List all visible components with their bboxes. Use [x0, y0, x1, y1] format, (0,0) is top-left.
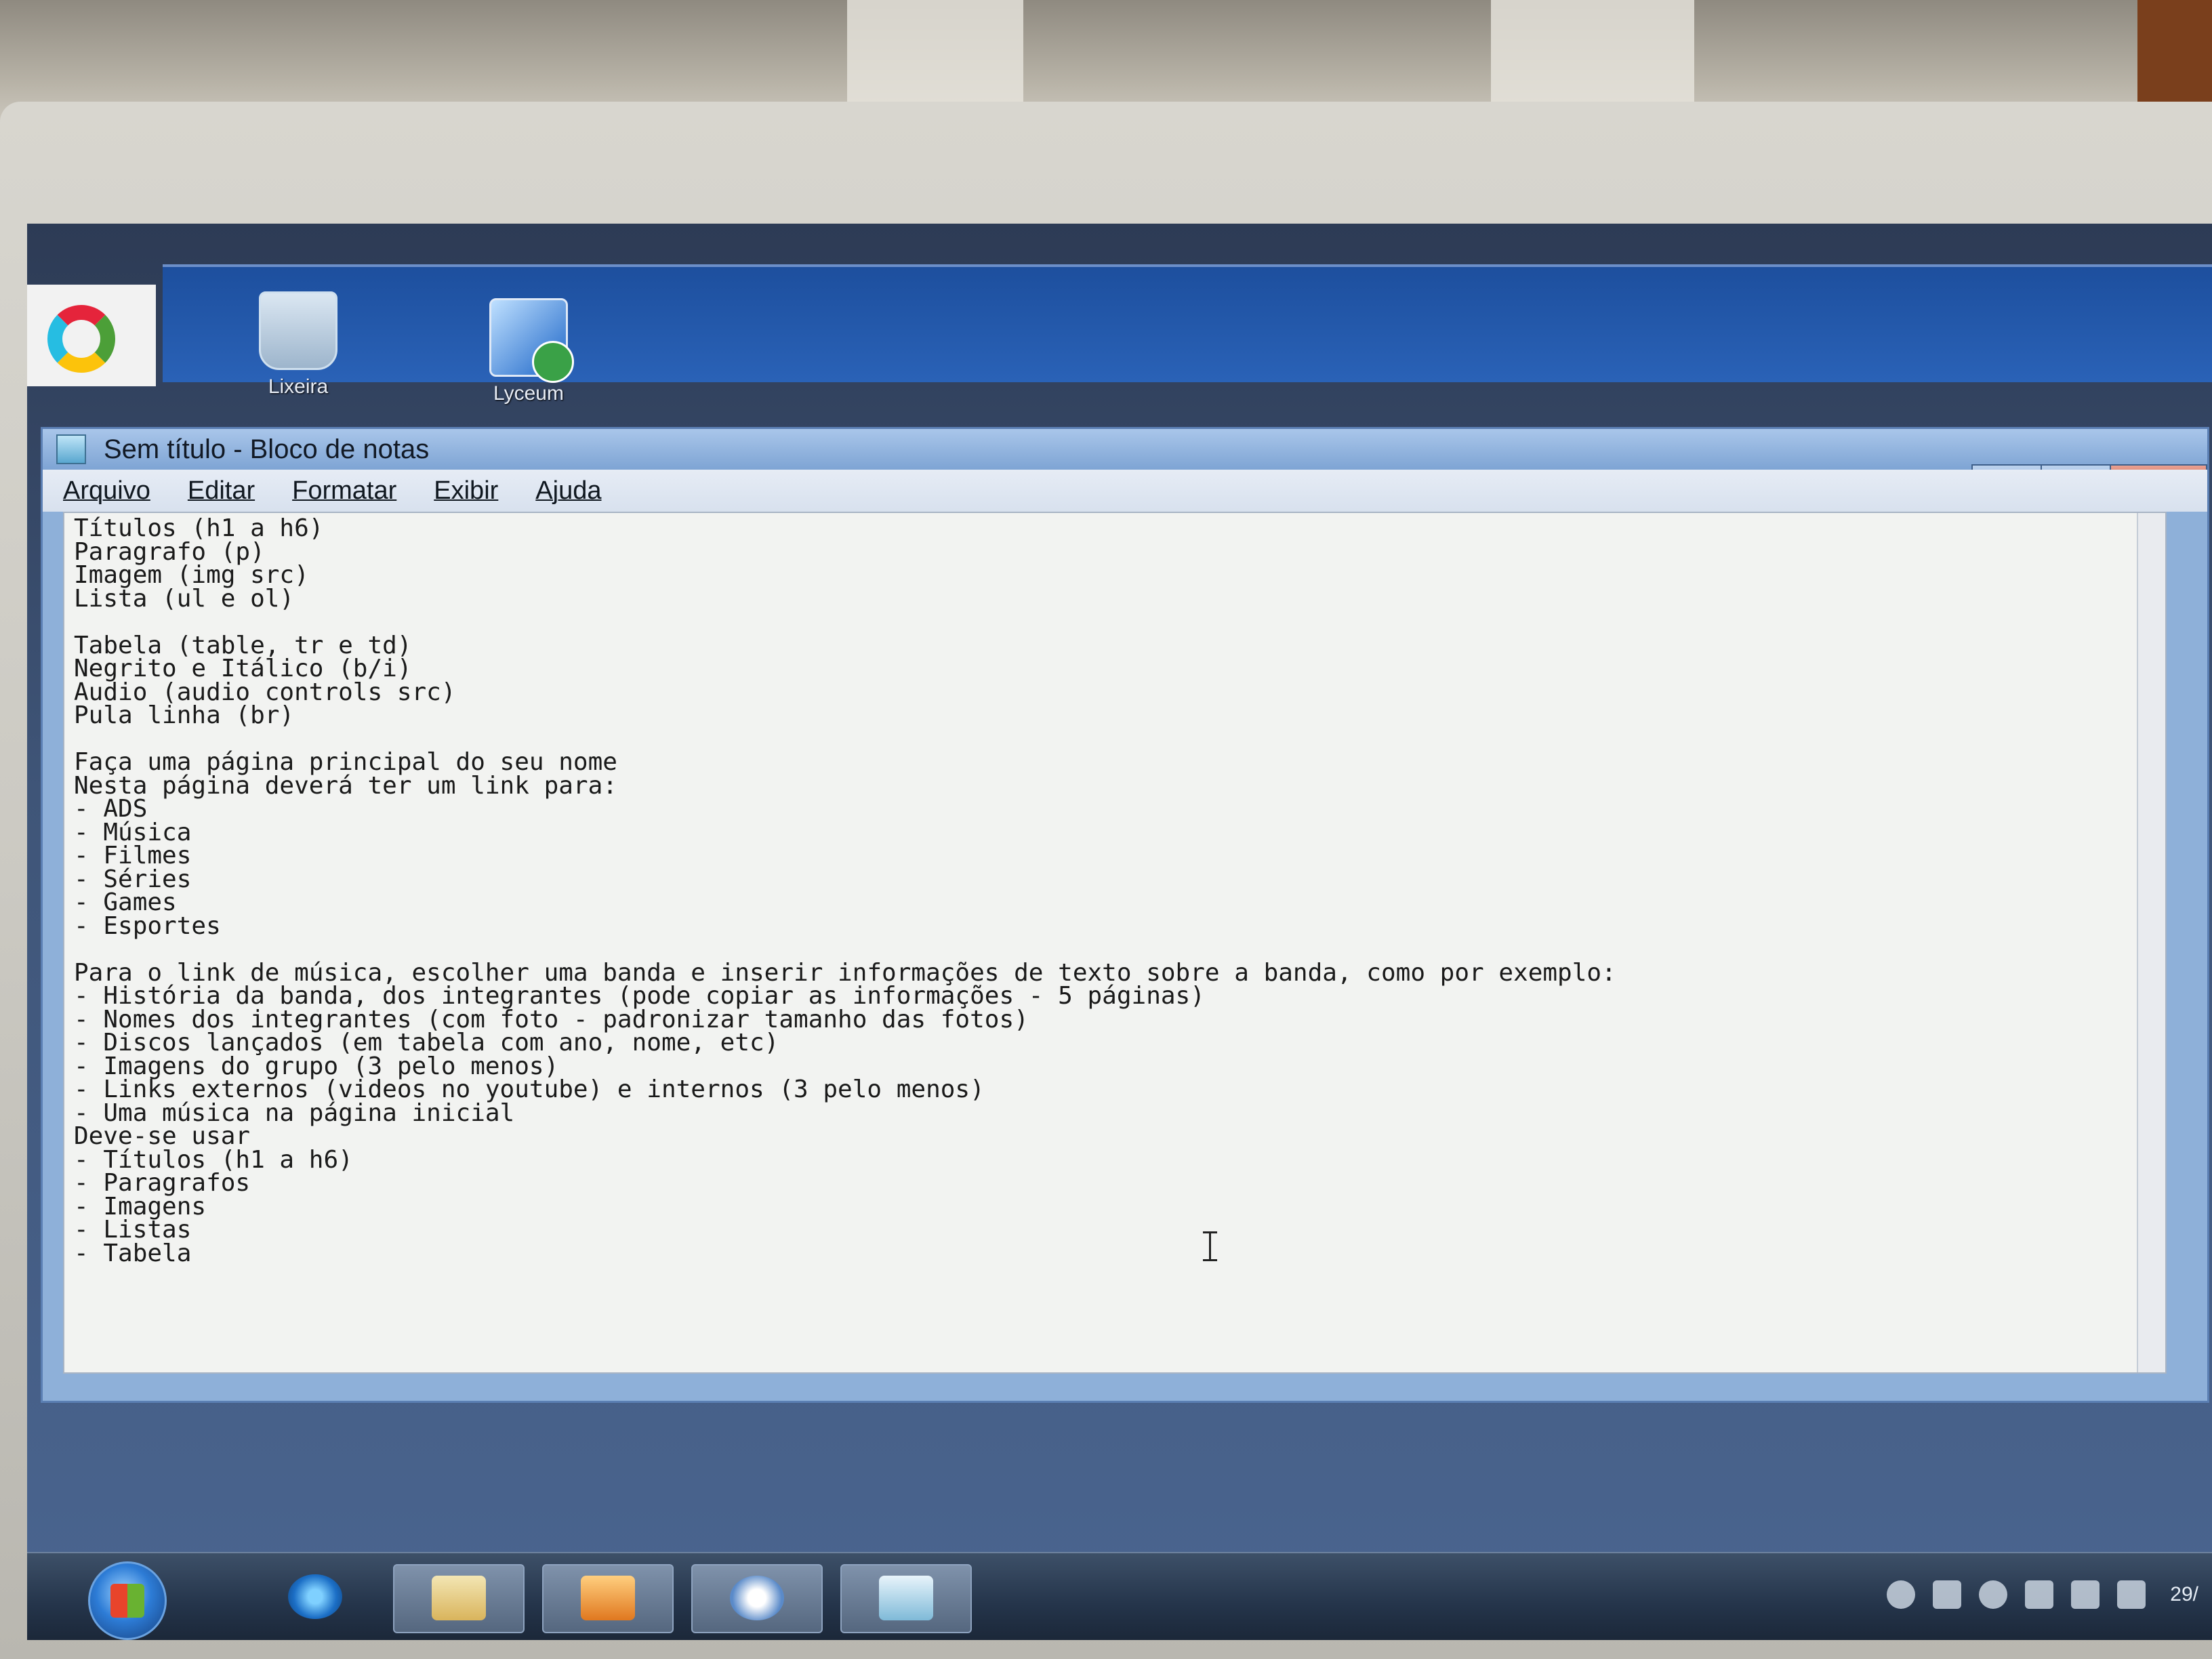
- vertical-scrollbar[interactable]: [2137, 513, 2165, 1372]
- window-titlebar[interactable]: Sem título - Bloco de notas: [43, 429, 2207, 470]
- desktop-icon-recycle-bin[interactable]: Lixeira: [230, 291, 366, 398]
- editor-line: - História da banda, dos integrantes (po…: [74, 982, 1205, 1010]
- editor-line: - Uma música na página inicial: [74, 1099, 515, 1127]
- media-player-icon: [581, 1576, 635, 1620]
- editor-line: - Listas: [74, 1216, 192, 1244]
- screen: Lixeira Lyceum Sem título - Bloco de not…: [27, 224, 2212, 1640]
- remote-desktop-icon: [489, 298, 574, 383]
- editor-line: Faça uma página principal do seu nome: [74, 748, 617, 776]
- window-title: Sem título - Bloco de notas: [104, 434, 430, 464]
- desktop-icon-label: Lyceum: [493, 382, 564, 405]
- room-window-beam: [847, 0, 1023, 102]
- notepad-icon: [56, 434, 86, 464]
- editor-line: - Paragrafos: [74, 1169, 251, 1197]
- editor-line: - Títulos (h1 a h6): [74, 1145, 353, 1174]
- user-icon[interactable]: [1979, 1580, 2008, 1609]
- internet-explorer-icon: [288, 1574, 342, 1619]
- menu-ajuda[interactable]: Ajuda: [535, 476, 601, 506]
- menu-arquivo[interactable]: Arquivo: [63, 476, 150, 506]
- desktop-logo-image: [27, 285, 156, 386]
- network-icon[interactable]: [1887, 1580, 1916, 1609]
- taskbar-file-explorer[interactable]: [393, 1564, 525, 1633]
- editor-line: - ADS: [74, 795, 148, 823]
- taskbar-clock[interactable]: 29/: [2170, 1583, 2198, 1606]
- taskbar-internet-explorer[interactable]: [251, 1564, 380, 1631]
- editor-line: - Games: [74, 888, 177, 916]
- security-icon[interactable]: [1933, 1580, 1962, 1609]
- editor-line: Tabela (table, tr e td): [74, 631, 412, 659]
- editor-line: - Imagens: [74, 1192, 207, 1221]
- editor-line: Negrito e Itálico (b/i): [74, 655, 412, 682]
- editor-line: Nesta página deverá ter um link para:: [74, 771, 617, 800]
- editor-line: Imagem (img src): [74, 561, 309, 589]
- system-tray: 29/: [1887, 1580, 2198, 1609]
- editor-line: - Filmes: [74, 842, 192, 869]
- taskbar-notepad[interactable]: [840, 1564, 972, 1633]
- notepad-icon: [879, 1576, 933, 1620]
- desktop-icon-lyceum[interactable]: Lyceum: [461, 298, 596, 405]
- editor-line: Pula linha (br): [74, 701, 295, 729]
- editor-line: - Nomes dos integrantes (com foto - padr…: [74, 1005, 1029, 1033]
- editor-line: Deve-se usar: [74, 1122, 251, 1150]
- room-window-beam: [1491, 0, 1694, 102]
- ibeam-cursor-icon: [1203, 1231, 1217, 1261]
- editor-line: - Séries: [74, 865, 192, 893]
- editor-line: Lista (ul e ol): [74, 584, 295, 613]
- flag-icon[interactable]: [2025, 1580, 2054, 1609]
- desktop-icon-label: Lixeira: [268, 375, 329, 398]
- folder-icon: [432, 1576, 486, 1620]
- menu-editar[interactable]: Editar: [188, 476, 255, 506]
- display-icon[interactable]: [2071, 1580, 2100, 1609]
- menu-bar: Arquivo Editar Formatar Exibir Ajuda: [43, 470, 2207, 512]
- clock-app-icon: [730, 1576, 784, 1620]
- taskbar-media-player[interactable]: [542, 1564, 674, 1633]
- taskbar: 29/: [27, 1552, 2212, 1640]
- recycle-bin-icon: [259, 291, 337, 370]
- editor-line: Títulos (h1 a h6): [74, 514, 324, 542]
- menu-exibir[interactable]: Exibir: [434, 476, 498, 506]
- editor-line: - Imagens do grupo (3 pelo menos): [74, 1052, 559, 1080]
- editor-text[interactable]: Títulos (h1 a h6) Paragrafo (p) Imagem (im…: [74, 514, 2131, 1267]
- editor-line: - Discos lançados (em tabela com ano, no…: [74, 1029, 779, 1057]
- editor-line: Paragrafo (p): [74, 537, 265, 566]
- editor-line: - Música: [74, 818, 192, 846]
- editor-line: Para o link de música, escolher uma band…: [74, 958, 1616, 987]
- windows-logo-icon: [110, 1584, 144, 1618]
- room-door: [2137, 0, 2212, 115]
- editor-line: Audio (audio controls src): [74, 678, 456, 706]
- text-editor[interactable]: Títulos (h1 a h6) Paragrafo (p) Imagem (im…: [63, 512, 2167, 1374]
- start-button[interactable]: [88, 1561, 167, 1640]
- notepad-window: Sem título - Bloco de notas — □ X Arquiv…: [41, 427, 2209, 1403]
- volume-icon[interactable]: [2117, 1580, 2146, 1609]
- menu-formatar[interactable]: Formatar: [292, 476, 396, 506]
- editor-line: - Esportes: [74, 912, 221, 940]
- taskbar-clock-app[interactable]: [691, 1564, 823, 1633]
- editor-line: - Links externos (videos no youtube) e i…: [74, 1076, 985, 1103]
- editor-line: - Tabela: [74, 1239, 192, 1267]
